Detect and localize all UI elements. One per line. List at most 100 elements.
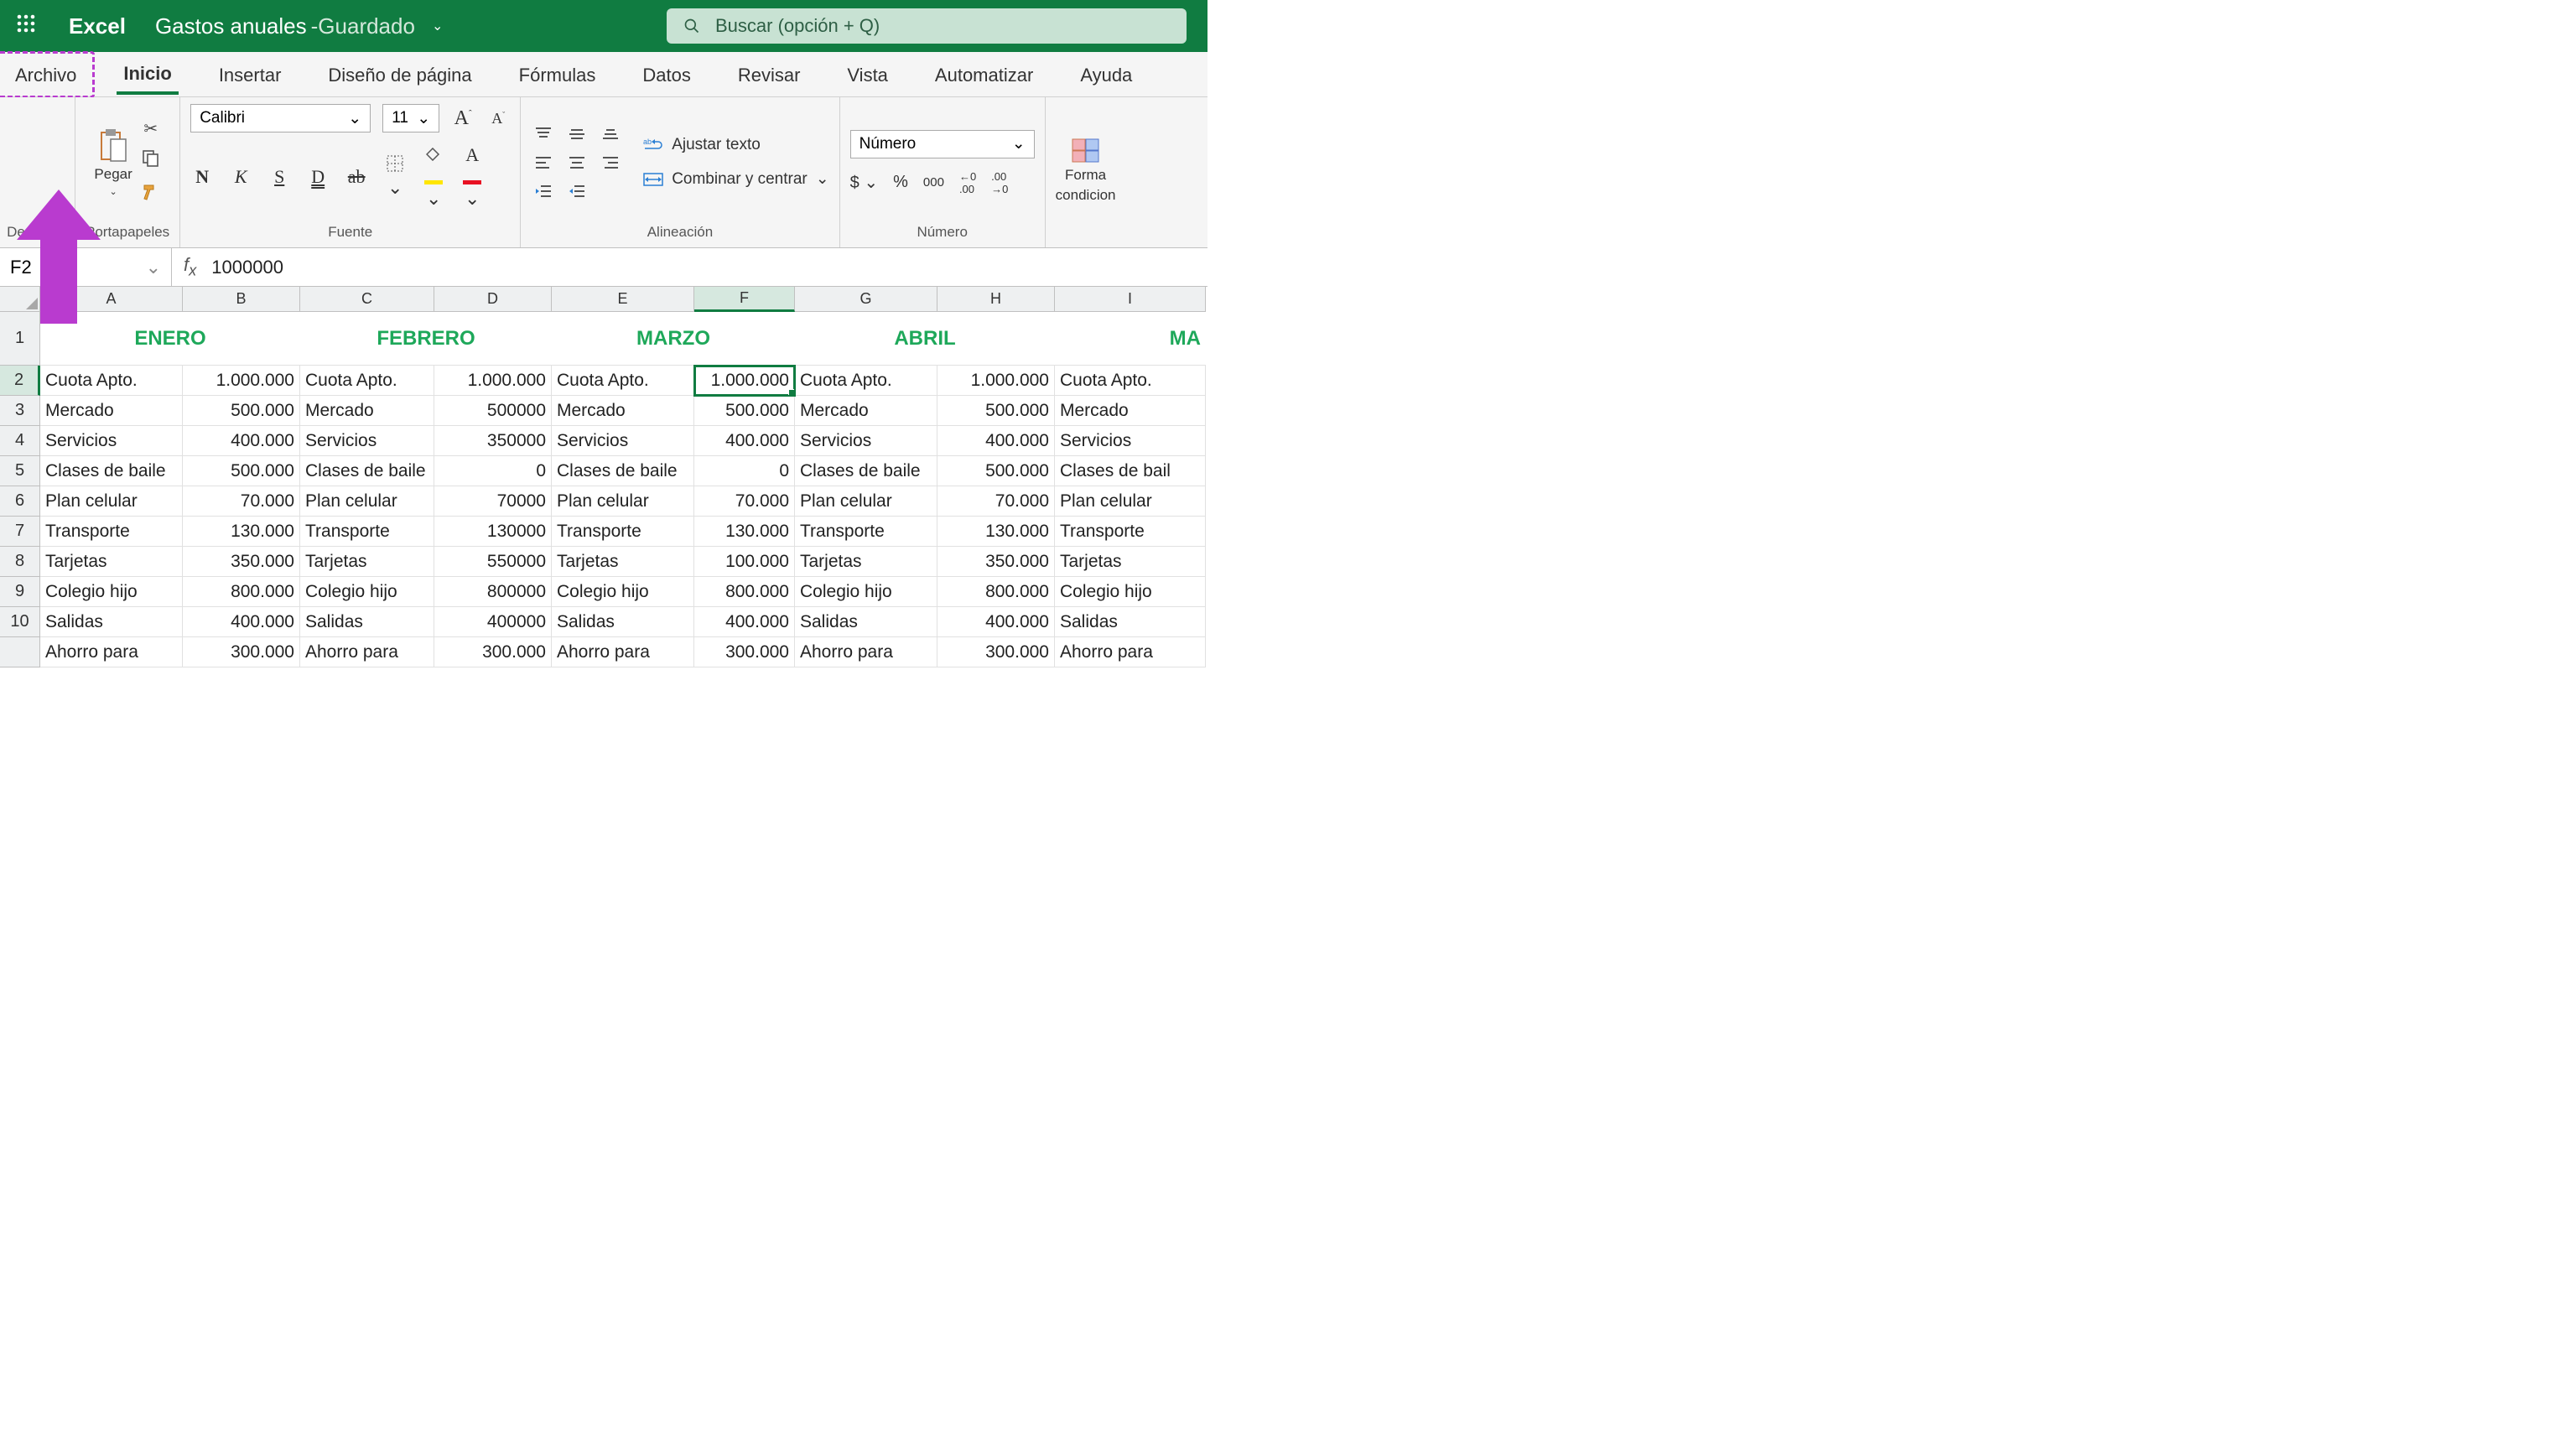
row-header-blank[interactable] xyxy=(0,637,40,667)
cell[interactable]: 400.000 xyxy=(183,426,300,456)
cell[interactable]: 70.000 xyxy=(937,486,1055,517)
search-box[interactable] xyxy=(667,8,1187,44)
cell[interactable]: Ahorro para xyxy=(300,637,434,667)
underline-button[interactable]: S xyxy=(267,166,291,188)
tab-archivo[interactable]: Archivo xyxy=(8,56,83,93)
row-header-8[interactable]: 8 xyxy=(0,547,40,577)
cell[interactable]: 100.000 xyxy=(694,547,795,577)
cell[interactable]: Mercado xyxy=(300,396,434,426)
cell[interactable]: Plan celular xyxy=(552,486,694,517)
column-header-I[interactable]: I xyxy=(1055,287,1206,312)
tab-vista[interactable]: Vista xyxy=(840,56,895,93)
tab-insertar[interactable]: Insertar xyxy=(212,56,288,93)
cell[interactable]: Plan celular xyxy=(795,486,937,517)
cell[interactable]: 350000 xyxy=(434,426,552,456)
cell[interactable]: 800000 xyxy=(434,577,552,607)
cell[interactable]: Clases de bail xyxy=(1055,456,1206,486)
double-underline-button[interactable]: D xyxy=(306,166,330,188)
cell[interactable]: ABRIL xyxy=(795,312,1055,366)
row-header-3[interactable]: 3 xyxy=(0,396,40,426)
column-header-H[interactable]: H xyxy=(937,287,1055,312)
app-launcher-icon[interactable] xyxy=(8,14,44,38)
cell[interactable]: Clases de baile xyxy=(300,456,434,486)
increase-indent-icon[interactable] xyxy=(564,179,589,203)
row-header-2[interactable]: 2 xyxy=(0,366,40,396)
bold-button[interactable]: N xyxy=(190,166,214,188)
cell[interactable]: MA xyxy=(1055,312,1206,366)
row-header-5[interactable]: 5 xyxy=(0,456,40,486)
cell[interactable]: Mercado xyxy=(40,396,183,426)
cell[interactable]: 1.000.000 xyxy=(434,366,552,396)
cut-icon[interactable]: ✂ xyxy=(141,118,161,139)
cell[interactable]: 350.000 xyxy=(183,547,300,577)
cell[interactable]: Servicios xyxy=(1055,426,1206,456)
row-header-7[interactable]: 7 xyxy=(0,517,40,547)
cell[interactable]: 300.000 xyxy=(937,637,1055,667)
cell[interactable]: Ahorro para xyxy=(552,637,694,667)
cell[interactable]: 500.000 xyxy=(937,396,1055,426)
cell[interactable]: Tarjetas xyxy=(552,547,694,577)
cell[interactable]: Plan celular xyxy=(40,486,183,517)
row-header-4[interactable]: 4 xyxy=(0,426,40,456)
column-header-E[interactable]: E xyxy=(552,287,694,312)
wrap-text-button[interactable]: ab Ajustar texto xyxy=(643,136,828,154)
cell[interactable]: Cuota Apto. xyxy=(1055,366,1206,396)
align-left-icon[interactable] xyxy=(531,151,556,174)
cell[interactable]: Salidas xyxy=(300,607,434,637)
percent-button[interactable]: % xyxy=(893,173,908,192)
decrease-font-icon[interactable]: Aˇ xyxy=(486,110,510,127)
cell[interactable]: 800.000 xyxy=(937,577,1055,607)
tab-datos[interactable]: Datos xyxy=(636,56,697,93)
cell[interactable]: Ahorro para xyxy=(795,637,937,667)
cell[interactable]: Colegio hijo xyxy=(40,577,183,607)
cell[interactable]: Transporte xyxy=(795,517,937,547)
cell[interactable]: 500.000 xyxy=(937,456,1055,486)
cell[interactable]: Colegio hijo xyxy=(795,577,937,607)
cell[interactable]: 500.000 xyxy=(183,456,300,486)
cell[interactable]: 500000 xyxy=(434,396,552,426)
increase-font-icon[interactable]: Aˆ xyxy=(451,107,475,130)
cell[interactable]: 400.000 xyxy=(694,607,795,637)
search-input[interactable] xyxy=(715,15,1170,37)
increase-decimal-icon[interactable]: ←0.00 xyxy=(959,170,976,195)
chevron-down-icon[interactable]: ⌄ xyxy=(415,18,460,34)
cell[interactable]: 70.000 xyxy=(694,486,795,517)
cell[interactable]: Servicios xyxy=(795,426,937,456)
tab-revisar[interactable]: Revisar xyxy=(731,56,808,93)
italic-button[interactable]: K xyxy=(229,166,252,188)
fx-icon[interactable]: fx xyxy=(184,254,196,279)
paste-button[interactable]: Pegar ⌄ xyxy=(94,127,132,197)
cell[interactable]: Salidas xyxy=(552,607,694,637)
cell[interactable]: 350.000 xyxy=(937,547,1055,577)
tab-automatizar[interactable]: Automatizar xyxy=(928,56,1040,93)
cell[interactable]: Cuota Apto. xyxy=(795,366,937,396)
conditional-format-button[interactable]: Forma condicion xyxy=(1056,138,1116,204)
cell[interactable]: Clases de baile xyxy=(795,456,937,486)
strikethrough-button[interactable]: ab xyxy=(345,166,368,188)
cell[interactable]: 300.000 xyxy=(694,637,795,667)
row-header-6[interactable]: 6 xyxy=(0,486,40,517)
cells-area[interactable]: ENEROFEBREROMARZOABRILMACuota Apto.1.000… xyxy=(40,312,1206,667)
column-header-F[interactable]: F xyxy=(694,287,795,312)
cell[interactable]: Plan celular xyxy=(1055,486,1206,517)
align-center-icon[interactable] xyxy=(564,151,589,174)
cell[interactable]: Servicios xyxy=(552,426,694,456)
cell[interactable]: Tarjetas xyxy=(795,547,937,577)
cell[interactable]: 0 xyxy=(434,456,552,486)
cell[interactable]: 70.000 xyxy=(183,486,300,517)
align-middle-icon[interactable] xyxy=(564,122,589,146)
cell[interactable]: 1.000.000 xyxy=(694,366,795,396)
cell[interactable]: Mercado xyxy=(795,396,937,426)
cell[interactable]: 500.000 xyxy=(183,396,300,426)
cell[interactable]: Tarjetas xyxy=(300,547,434,577)
cell[interactable]: Transporte xyxy=(552,517,694,547)
cell[interactable]: 1.000.000 xyxy=(183,366,300,396)
align-bottom-icon[interactable] xyxy=(598,122,623,146)
cell[interactable]: Clases de baile xyxy=(552,456,694,486)
cell[interactable]: Plan celular xyxy=(300,486,434,517)
row-header-9[interactable]: 9 xyxy=(0,577,40,607)
font-name-select[interactable]: Calibri⌄ xyxy=(190,104,371,132)
formula-bar-input[interactable]: 1000000 xyxy=(211,257,283,278)
cell[interactable]: Salidas xyxy=(1055,607,1206,637)
cell[interactable]: Cuota Apto. xyxy=(552,366,694,396)
